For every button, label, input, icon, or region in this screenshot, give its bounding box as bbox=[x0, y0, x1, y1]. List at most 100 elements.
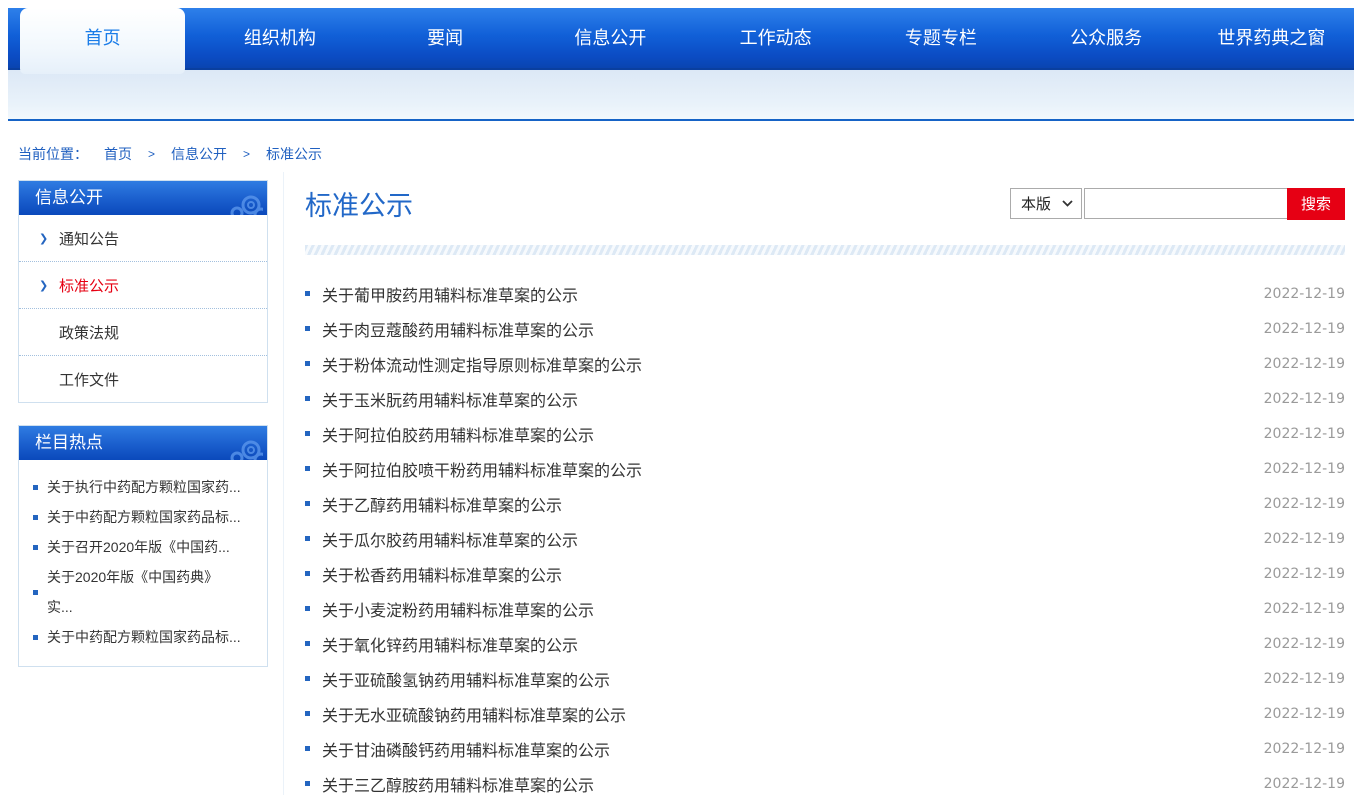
hot-topic-link[interactable]: 关于中药配方颗粒国家药品标... bbox=[33, 502, 253, 532]
announcement-link[interactable]: 关于乙醇药用辅料标准草案的公示 bbox=[322, 492, 562, 516]
announcement-link[interactable]: 关于肉豆蔻酸药用辅料标准草案的公示 bbox=[322, 317, 594, 341]
announcement-link[interactable]: 关于氧化锌药用辅料标准草案的公示 bbox=[322, 632, 578, 656]
hot-topic-link[interactable]: 关于执行中药配方颗粒国家药... bbox=[33, 472, 253, 502]
list-item: 关于小麦淀粉药用辅料标准草案的公示 2022-12-19 bbox=[305, 591, 1345, 626]
sidebar-column: 信息公开 ❯ 通知公告 ❯ 标准公示 bbox=[18, 172, 268, 667]
search-input[interactable] bbox=[1084, 188, 1287, 219]
announcement-link[interactable]: 关于亚硫酸氢钠药用辅料标准草案的公示 bbox=[322, 667, 610, 691]
sidebar-item-work-documents[interactable]: 工作文件 bbox=[19, 356, 267, 402]
square-bullet-icon bbox=[305, 431, 310, 436]
hot-topic-label: 关于2020年版《中国药典》 实... bbox=[47, 562, 218, 622]
announcement-link[interactable]: 关于阿拉伯胶喷干粉药用辅料标准草案的公示 bbox=[322, 457, 642, 481]
square-bullet-icon bbox=[33, 545, 38, 550]
chevron-right-icon: ❯ bbox=[39, 232, 49, 245]
square-bullet-icon bbox=[33, 485, 38, 490]
square-bullet-icon bbox=[305, 326, 310, 331]
square-bullet-icon bbox=[305, 361, 310, 366]
announcement-date: 2022-12-19 bbox=[1264, 426, 1345, 442]
nav-tab-home[interactable]: 首页 bbox=[20, 8, 185, 74]
square-bullet-icon bbox=[305, 396, 310, 401]
square-bullet-icon bbox=[305, 781, 310, 786]
announcement-date: 2022-12-19 bbox=[1264, 496, 1345, 512]
nav-tab-work-updates[interactable]: 工作动态 bbox=[693, 8, 858, 68]
sidebar-item-policies[interactable]: 政策法规 bbox=[19, 309, 267, 356]
list-item: 关于乙醇药用辅料标准草案的公示 2022-12-19 bbox=[305, 486, 1345, 521]
breadcrumb-link-standards[interactable]: 标准公示 bbox=[266, 144, 322, 164]
square-bullet-icon bbox=[305, 711, 310, 716]
cloud-decoration-icon bbox=[211, 438, 263, 460]
announcement-link[interactable]: 关于三乙醇胺药用辅料标准草案的公示 bbox=[322, 772, 594, 795]
sidebar-item-label: 通知公告 bbox=[59, 228, 119, 249]
content: 信息公开 ❯ 通知公告 ❯ 标准公示 bbox=[0, 172, 1362, 795]
list-item: 关于葡甲胺药用辅料标准草案的公示 2022-12-19 bbox=[305, 276, 1345, 311]
hot-topic-label: 关于中药配方颗粒国家药品标... bbox=[47, 622, 241, 652]
list-item: 关于阿拉伯胶药用辅料标准草案的公示 2022-12-19 bbox=[305, 416, 1345, 451]
top-nav-wrapper: 首页 组织机构 要闻 信息公开 工作动态 专题专栏 公众服务 世界药典之窗 bbox=[0, 0, 1362, 121]
announcement-date: 2022-12-19 bbox=[1264, 671, 1345, 687]
announcement-list: 关于葡甲胺药用辅料标准草案的公示 2022-12-19 关于肉豆蔻酸药用辅料标准… bbox=[305, 276, 1345, 795]
nav-tab-news[interactable]: 要闻 bbox=[363, 8, 528, 68]
breadcrumb-label: 当前位置： bbox=[18, 144, 88, 164]
main-content: 标准公示 本版 搜索 关于葡甲胺药用辅料标准草案的公示 bbox=[283, 172, 1354, 795]
announcement-link[interactable]: 关于玉米朊药用辅料标准草案的公示 bbox=[322, 387, 578, 411]
announcement-date: 2022-12-19 bbox=[1264, 741, 1345, 757]
search-scope-value: 本版 bbox=[1021, 193, 1051, 214]
announcement-date: 2022-12-19 bbox=[1264, 636, 1345, 652]
nav-tab-world-pharmacopoeia[interactable]: 世界药典之窗 bbox=[1189, 8, 1354, 68]
search-button[interactable]: 搜索 bbox=[1287, 188, 1345, 220]
announcement-link[interactable]: 关于葡甲胺药用辅料标准草案的公示 bbox=[322, 282, 578, 306]
hot-topics-title: 栏目热点 bbox=[35, 433, 103, 452]
sidebar-header: 信息公开 bbox=[19, 181, 267, 215]
announcement-date: 2022-12-19 bbox=[1264, 601, 1345, 617]
list-item: 关于无水亚硫酸钠药用辅料标准草案的公示 2022-12-19 bbox=[305, 696, 1345, 731]
breadcrumb-link-home[interactable]: 首页 bbox=[104, 144, 132, 164]
square-bullet-icon bbox=[305, 641, 310, 646]
list-item: 关于亚硫酸氢钠药用辅料标准草案的公示 2022-12-19 bbox=[305, 661, 1345, 696]
hot-topics-header: 栏目热点 bbox=[19, 426, 267, 460]
hot-topic-label: 关于执行中药配方颗粒国家药... bbox=[47, 472, 241, 502]
square-bullet-icon bbox=[305, 466, 310, 471]
announcement-date: 2022-12-19 bbox=[1264, 461, 1345, 477]
list-item: 关于氧化锌药用辅料标准草案的公示 2022-12-19 bbox=[305, 626, 1345, 661]
hot-topic-link[interactable]: 关于召开2020年版《中国药... bbox=[33, 532, 253, 562]
list-item: 关于粉体流动性测定指导原则标准草案的公示 2022-12-19 bbox=[305, 346, 1345, 381]
square-bullet-icon bbox=[305, 291, 310, 296]
square-bullet-icon bbox=[33, 590, 38, 595]
sidebar-item-label: 工作文件 bbox=[59, 369, 119, 390]
hot-topic-link[interactable]: 关于2020年版《中国药典》 实... bbox=[33, 562, 253, 622]
square-bullet-icon bbox=[305, 746, 310, 751]
square-bullet-icon bbox=[305, 536, 310, 541]
sidebar-item-label: 标准公示 bbox=[59, 275, 119, 296]
announcement-link[interactable]: 关于无水亚硫酸钠药用辅料标准草案的公示 bbox=[322, 702, 626, 726]
breadcrumb-link-info-disclosure[interactable]: 信息公开 bbox=[171, 144, 227, 164]
nav-tab-special-columns[interactable]: 专题专栏 bbox=[858, 8, 1023, 68]
hot-topics-list: 关于执行中药配方颗粒国家药... 关于中药配方颗粒国家药品标... 关于召开20… bbox=[19, 460, 267, 666]
announcement-link[interactable]: 关于小麦淀粉药用辅料标准草案的公示 bbox=[322, 597, 594, 621]
list-item: 关于松香药用辅料标准草案的公示 2022-12-19 bbox=[305, 556, 1345, 591]
search-scope-select[interactable]: 本版 bbox=[1010, 188, 1082, 219]
announcement-date: 2022-12-19 bbox=[1264, 566, 1345, 582]
announcement-link[interactable]: 关于甘油磷酸钙药用辅料标准草案的公示 bbox=[322, 737, 610, 761]
announcement-link[interactable]: 关于粉体流动性测定指导原则标准草案的公示 bbox=[322, 352, 642, 376]
breadcrumb-separator: > bbox=[243, 147, 250, 161]
page: 首页 组织机构 要闻 信息公开 工作动态 专题专栏 公众服务 世界药典之窗 当前… bbox=[0, 0, 1362, 795]
sidebar-item-notices[interactable]: ❯ 通知公告 bbox=[19, 215, 267, 262]
breadcrumb: 当前位置： 首页 > 信息公开 > 标准公示 bbox=[0, 121, 1362, 172]
announcement-link[interactable]: 关于松香药用辅料标准草案的公示 bbox=[322, 562, 562, 586]
square-bullet-icon bbox=[305, 571, 310, 576]
top-nav: 首页 组织机构 要闻 信息公开 工作动态 专题专栏 公众服务 世界药典之窗 bbox=[8, 8, 1354, 70]
announcement-date: 2022-12-19 bbox=[1264, 531, 1345, 547]
nav-tab-info-disclosure[interactable]: 信息公开 bbox=[528, 8, 693, 68]
hot-topic-link[interactable]: 关于中药配方颗粒国家药品标... bbox=[33, 622, 253, 652]
sidebar-info-disclosure-box: 信息公开 ❯ 通知公告 ❯ 标准公示 bbox=[18, 180, 268, 403]
announcement-link[interactable]: 关于瓜尔胶药用辅料标准草案的公示 bbox=[322, 527, 578, 551]
list-item: 关于瓜尔胶药用辅料标准草案的公示 2022-12-19 bbox=[305, 521, 1345, 556]
list-item: 关于阿拉伯胶喷干粉药用辅料标准草案的公示 2022-12-19 bbox=[305, 451, 1345, 486]
sidebar-title: 信息公开 bbox=[35, 188, 103, 207]
nav-tab-public-service[interactable]: 公众服务 bbox=[1024, 8, 1189, 68]
announcement-date: 2022-12-19 bbox=[1264, 356, 1345, 372]
chevron-down-icon bbox=[1062, 200, 1073, 207]
nav-tab-organization[interactable]: 组织机构 bbox=[197, 8, 362, 68]
sidebar-item-standards[interactable]: ❯ 标准公示 bbox=[19, 262, 267, 309]
announcement-link[interactable]: 关于阿拉伯胶药用辅料标准草案的公示 bbox=[322, 422, 594, 446]
